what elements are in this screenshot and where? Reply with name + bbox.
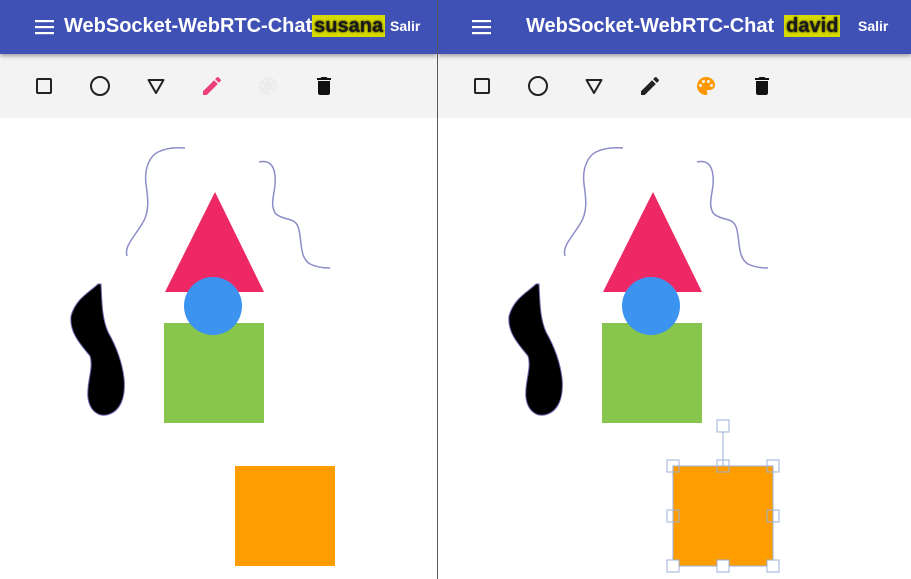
resize-handle-bm[interactable] (716, 559, 730, 573)
app-bar: WebSocket-WebRTC-Chat david Salir (438, 0, 911, 54)
circle-icon[interactable] (88, 74, 112, 98)
trash-icon[interactable] (750, 74, 774, 98)
freehand-stroke-left[interactable] (125, 146, 186, 257)
green-square[interactable] (164, 323, 264, 423)
pink-triangle[interactable] (165, 192, 264, 292)
freehand-stroke-left[interactable] (563, 146, 624, 257)
orange-square[interactable] (235, 466, 335, 566)
logout-button[interactable]: Salir (858, 18, 888, 34)
circle-icon[interactable] (526, 74, 550, 98)
freehand-stroke-right[interactable] (696, 160, 769, 269)
black-blob-shape[interactable] (508, 283, 563, 416)
resize-handle-bl[interactable] (666, 559, 680, 573)
client-window-right: WebSocket-WebRTC-Chat david Salir (438, 0, 911, 579)
square-icon[interactable] (470, 74, 494, 98)
palette-icon[interactable] (256, 74, 280, 98)
blue-circle[interactable] (184, 277, 242, 335)
hamburger-menu-icon[interactable] (32, 14, 58, 40)
hamburger-menu-icon[interactable] (469, 14, 495, 40)
triangle-icon[interactable] (144, 74, 168, 98)
username-badge: susana (312, 15, 386, 37)
freehand-stroke-right[interactable] (258, 160, 331, 269)
black-blob-shape[interactable] (70, 283, 125, 416)
drawing-canvas[interactable] (438, 118, 911, 579)
resize-handle-br[interactable] (766, 559, 780, 573)
drawing-canvas[interactable] (0, 118, 437, 579)
green-square[interactable] (602, 323, 702, 423)
app-title-text: WebSocket-WebRTC-Chat (526, 15, 775, 37)
pencil-icon[interactable] (638, 74, 662, 98)
app-bar: WebSocket-WebRTC-Chat susana Salir (0, 0, 437, 54)
drawing-toolbar (438, 54, 911, 118)
app-title: WebSocket-WebRTC-Chat david (526, 15, 841, 38)
orange-square[interactable] (673, 466, 773, 566)
pink-triangle[interactable] (603, 192, 702, 292)
username-badge: david (784, 15, 841, 37)
square-icon[interactable] (32, 74, 56, 98)
app-title-text: WebSocket-WebRTC-Chat (64, 15, 313, 37)
rotation-handle[interactable] (716, 419, 730, 433)
drawing-toolbar (0, 54, 437, 118)
logout-button[interactable]: Salir (390, 18, 420, 34)
pencil-icon[interactable] (200, 74, 224, 98)
trash-icon[interactable] (312, 74, 336, 98)
palette-icon[interactable] (694, 74, 718, 98)
app-title: WebSocket-WebRTC-Chat susana (64, 15, 386, 38)
client-window-left: WebSocket-WebRTC-Chat susana Salir (0, 0, 437, 579)
triangle-icon[interactable] (582, 74, 606, 98)
blue-circle[interactable] (622, 277, 680, 335)
